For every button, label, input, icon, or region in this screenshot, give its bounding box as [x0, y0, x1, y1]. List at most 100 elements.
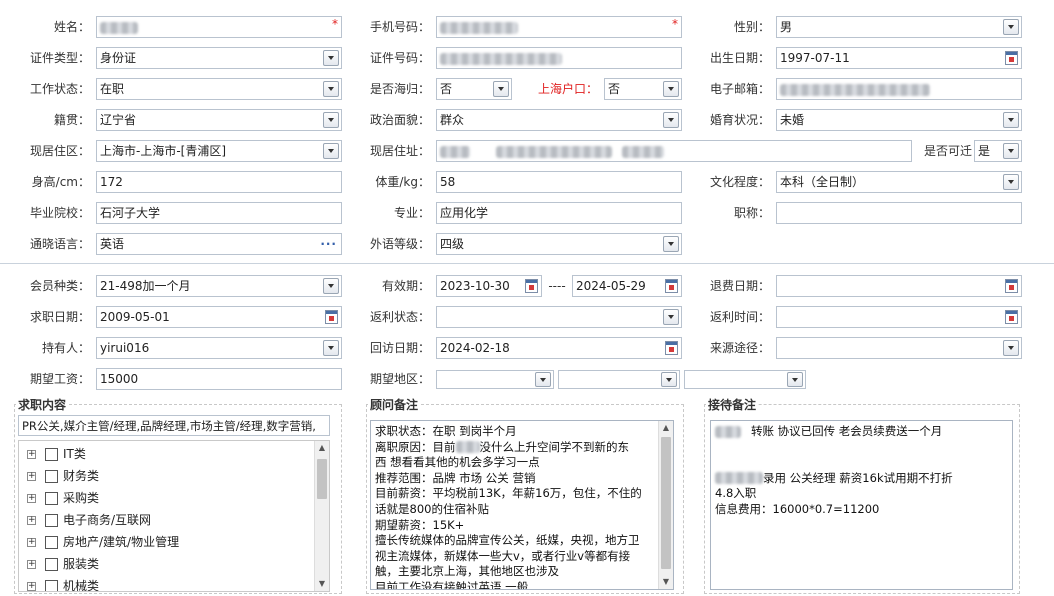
shanghai-hukou-select[interactable]: 否: [604, 78, 682, 100]
tree-item-realestate[interactable]: + 房地产/建筑/物业管理: [27, 531, 179, 553]
expected-salary-field[interactable]: 15000: [96, 368, 342, 390]
calendar-icon[interactable]: [325, 310, 338, 324]
source-select[interactable]: [776, 337, 1022, 359]
job-intent-field[interactable]: PR公关,媒介主管/经理,品牌经理,市场主管/经理,数字营销,: [18, 415, 330, 436]
expand-icon[interactable]: +: [27, 450, 36, 459]
dropdown-arrow-icon[interactable]: [1003, 112, 1019, 128]
job-date-field[interactable]: 2009-05-01: [96, 306, 342, 328]
language-field[interactable]: 英语 ···: [96, 233, 342, 255]
dropdown-arrow-icon[interactable]: [661, 372, 677, 387]
notes-scrollbar[interactable]: ▲ ▼: [658, 421, 673, 589]
expand-icon[interactable]: +: [27, 582, 36, 591]
consultant-notes-textarea[interactable]: 求职状态：在职 到岗半个月 离职原因：目前 没什么上升空间学不到新的东 西 想看看…: [370, 420, 674, 590]
region-province-select[interactable]: [436, 370, 554, 389]
checkbox[interactable]: [45, 558, 58, 571]
birthdate-field[interactable]: 1997-07-11: [776, 47, 1022, 69]
email-field[interactable]: [776, 78, 1022, 100]
id-number-field[interactable]: [436, 47, 682, 69]
expand-icon[interactable]: +: [27, 472, 36, 481]
expand-icon[interactable]: +: [27, 516, 36, 525]
calendar-icon[interactable]: [1005, 279, 1018, 293]
more-options-icon[interactable]: ···: [320, 234, 337, 254]
weight-field[interactable]: 58: [436, 171, 682, 193]
dropdown-arrow-icon[interactable]: [535, 372, 551, 387]
native-place-select[interactable]: 辽宁省: [96, 109, 342, 131]
dropdown-arrow-icon[interactable]: [1003, 174, 1019, 190]
calendar-icon[interactable]: [525, 279, 538, 293]
id-type-select[interactable]: 身份证: [96, 47, 342, 69]
checkbox[interactable]: [45, 514, 58, 527]
scroll-thumb[interactable]: [317, 459, 327, 499]
name-field[interactable]: *: [96, 16, 342, 38]
tree-item-it[interactable]: + IT类: [27, 443, 86, 465]
tree-scrollbar[interactable]: ▲ ▼: [314, 441, 329, 591]
relocate-select[interactable]: 是: [974, 140, 1022, 162]
political-select[interactable]: 群众: [436, 109, 682, 131]
validity-end-field[interactable]: 2024-05-29: [572, 275, 682, 297]
tree-item-apparel[interactable]: + 服装类: [27, 553, 99, 575]
dropdown-arrow-icon[interactable]: [787, 372, 803, 387]
region-district-select[interactable]: [684, 370, 806, 389]
major-field[interactable]: 应用化学: [436, 202, 682, 224]
tree-item-finance[interactable]: + 财务类: [27, 465, 99, 487]
dropdown-arrow-icon[interactable]: [663, 309, 679, 325]
title-field[interactable]: [776, 202, 1022, 224]
checkbox[interactable]: [45, 448, 58, 461]
checkbox[interactable]: [45, 470, 58, 483]
tree-item-ecommerce[interactable]: + 电子商务/互联网: [27, 509, 151, 531]
scroll-up-icon[interactable]: ▲: [315, 441, 329, 455]
dropdown-arrow-icon[interactable]: [323, 112, 339, 128]
dropdown-arrow-icon[interactable]: [663, 236, 679, 252]
visit-date-label: 回访日期：: [369, 341, 430, 355]
expand-icon[interactable]: +: [27, 494, 36, 503]
rebate-time-field[interactable]: [776, 306, 1022, 328]
dropdown-arrow-icon[interactable]: [1003, 143, 1019, 159]
rebate-status-select[interactable]: [436, 306, 682, 328]
tree-item-machinery[interactable]: + 机械类: [27, 575, 99, 591]
marital-select[interactable]: 未婚: [776, 109, 1022, 131]
holder-select[interactable]: yirui016: [96, 337, 342, 359]
residence-area-select[interactable]: 上海市-上海市-[青浦区]: [96, 140, 342, 162]
school-label: 毕业院校：: [29, 206, 90, 220]
scroll-down-icon[interactable]: ▼: [659, 575, 673, 589]
dropdown-arrow-icon[interactable]: [323, 143, 339, 159]
residence-address-field[interactable]: [436, 140, 912, 162]
region-city-select[interactable]: [558, 370, 680, 389]
expand-icon[interactable]: +: [27, 560, 36, 569]
tree-item-purchasing[interactable]: + 采购类: [27, 487, 99, 509]
dropdown-arrow-icon[interactable]: [323, 50, 339, 66]
calendar-icon[interactable]: [665, 341, 678, 355]
height-field[interactable]: 172: [96, 171, 342, 193]
education-select[interactable]: 本科（全日制）: [776, 171, 1022, 193]
member-type-select[interactable]: 21-498加一个月: [96, 275, 342, 297]
calendar-icon[interactable]: [1005, 51, 1018, 65]
scroll-up-icon[interactable]: ▲: [659, 421, 673, 435]
returnee-select[interactable]: 否: [436, 78, 512, 100]
checkbox[interactable]: [45, 492, 58, 505]
visit-date-field[interactable]: 2024-02-18: [436, 337, 682, 359]
checkbox[interactable]: [45, 580, 58, 591]
dropdown-arrow-icon[interactable]: [1003, 340, 1019, 356]
calendar-icon[interactable]: [1005, 310, 1018, 324]
dropdown-arrow-icon[interactable]: [663, 81, 679, 97]
dropdown-arrow-icon[interactable]: [1003, 19, 1019, 35]
calendar-icon[interactable]: [665, 279, 678, 293]
work-status-select[interactable]: 在职: [96, 78, 342, 100]
validity-start-field[interactable]: 2023-10-30: [436, 275, 542, 297]
mobile-field[interactable]: *: [436, 16, 682, 38]
dropdown-arrow-icon[interactable]: [663, 112, 679, 128]
scroll-thumb[interactable]: [661, 437, 671, 569]
dropdown-arrow-icon[interactable]: [323, 340, 339, 356]
expand-icon[interactable]: +: [27, 538, 36, 547]
language-level-select[interactable]: 四级: [436, 233, 682, 255]
scroll-down-icon[interactable]: ▼: [315, 577, 329, 591]
reception-notes-textarea[interactable]: 转账 协议已回传 老会员续费送一个月 录用 公关经理 薪资16k试用期不打折 4…: [710, 420, 1013, 590]
checkbox[interactable]: [45, 536, 58, 549]
dropdown-arrow-icon[interactable]: [493, 81, 509, 97]
job-category-tree[interactable]: + IT类 + 财务类 + 采购类 + 电子商务/互联网 + 房地产/建筑/物业管理 + 服…: [18, 440, 330, 592]
dropdown-arrow-icon[interactable]: [323, 81, 339, 97]
school-field[interactable]: 石河子大学: [96, 202, 342, 224]
gender-select[interactable]: 男: [776, 16, 1022, 38]
refund-date-field[interactable]: [776, 275, 1022, 297]
dropdown-arrow-icon[interactable]: [323, 278, 339, 294]
